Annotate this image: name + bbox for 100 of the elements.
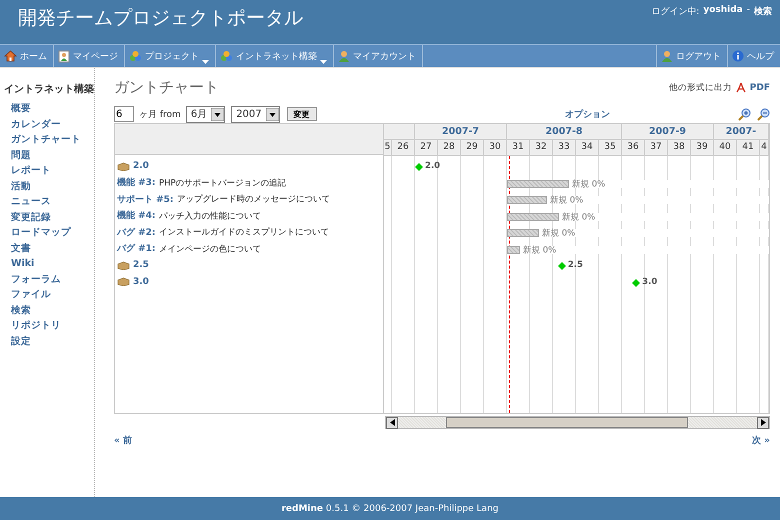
sidebar-link[interactable]: 概要 xyxy=(11,101,94,116)
task-status: 新規 0% xyxy=(523,244,556,256)
sidebar-link[interactable]: レポート xyxy=(11,163,94,178)
sidebar-link[interactable]: ロードマップ xyxy=(11,225,94,240)
pdf-link[interactable]: PDF xyxy=(750,82,770,92)
sidebar-link[interactable]: 文書 xyxy=(11,240,94,256)
login-label: ログイン中: xyxy=(651,6,700,18)
issue-link[interactable]: サポート #5: xyxy=(117,192,174,206)
week-header: 27 xyxy=(415,140,438,155)
sidebar-link[interactable]: フォーラム xyxy=(11,272,94,287)
person-icon xyxy=(338,50,350,62)
menu-item[interactable]: プロジェクト xyxy=(125,45,216,67)
right-arrow-icon xyxy=(760,419,766,426)
menu-item[interactable]: マイページ xyxy=(54,45,125,67)
milestone-label: 3.0 xyxy=(642,276,658,287)
page-title: ガントチャート xyxy=(114,78,219,97)
scrollbar-thumb[interactable] xyxy=(446,417,688,428)
menu-item[interactable]: イントラネット構築 xyxy=(216,45,334,67)
menu-item[interactable]: ログアウト xyxy=(656,45,727,67)
menu-item[interactable]: マイアカウント xyxy=(334,45,423,67)
task-status: 新規 0% xyxy=(562,212,596,223)
month-select[interactable]: 6月 xyxy=(186,106,226,122)
info-icon xyxy=(732,50,744,62)
sidebar-link[interactable]: リポジトリ xyxy=(11,318,94,334)
week-header: 4 xyxy=(760,140,769,155)
issue-link[interactable]: 機能 #3: xyxy=(117,176,156,190)
user-link[interactable]: yoshida xyxy=(703,5,743,15)
sidebar-link[interactable]: Wiki xyxy=(11,256,94,272)
week-header: 39 xyxy=(691,140,714,155)
task-status: 新規 0% xyxy=(572,178,606,190)
sidebar-link[interactable]: ファイル xyxy=(11,287,94,302)
package-icon xyxy=(117,277,130,286)
sidebar-link[interactable]: 設定 xyxy=(11,334,94,349)
week-header: 37 xyxy=(645,140,668,155)
issue-link[interactable]: バグ #1: xyxy=(117,242,156,256)
change-button[interactable]: 変更 xyxy=(286,107,317,121)
task-status: 新規 0% xyxy=(542,228,576,240)
package-icon xyxy=(117,162,130,171)
version-link[interactable]: 3.0 xyxy=(133,276,149,287)
previous-link[interactable]: « 前 xyxy=(114,434,132,447)
issue-subject: アップグレード時のメッセージについて xyxy=(176,193,330,206)
package-icon xyxy=(117,260,130,270)
zoom-in-icon[interactable] xyxy=(738,108,751,120)
week-header: 5 xyxy=(384,140,392,155)
circles-icon xyxy=(220,50,233,62)
issue-link[interactable]: 機能 #4: xyxy=(117,209,156,222)
pdf-icon xyxy=(736,82,746,93)
search-link[interactable]: 検索 xyxy=(754,5,772,18)
sidebar-link[interactable]: 変更記録 xyxy=(11,210,94,225)
dropdown-arrow-icon[interactable] xyxy=(266,108,279,120)
footer-text: redMine 0.5.1 © 2006-2007 Jean-Philippe Lang xyxy=(281,504,498,514)
circles-icon xyxy=(129,50,142,62)
week-header: 28 xyxy=(438,140,461,155)
left-arrow-icon xyxy=(390,419,394,426)
project-title: イントラネット構築 xyxy=(4,82,94,96)
menu-item[interactable]: ホーム xyxy=(0,45,54,67)
options-link[interactable]: オプション xyxy=(564,108,610,120)
week-header: 34 xyxy=(576,140,599,155)
sidebar-link[interactable]: 活動 xyxy=(11,178,94,194)
sidebar-link[interactable]: カレンダー xyxy=(11,116,94,132)
sidebar-link[interactable]: ガントチャート xyxy=(11,132,94,148)
dropdown-arrow-icon[interactable] xyxy=(211,108,224,120)
next-link[interactable]: 次 » xyxy=(752,434,770,447)
week-header: 36 xyxy=(622,140,645,155)
months-label: ヶ月 from xyxy=(139,108,181,120)
week-header: 29 xyxy=(461,140,484,155)
issue-link[interactable]: バグ #2: xyxy=(117,226,156,239)
week-header: 26 xyxy=(392,140,415,155)
month-header: 2007-9 xyxy=(622,124,714,139)
sidebar-link[interactable]: ニュース xyxy=(11,194,94,210)
person-icon xyxy=(661,50,673,62)
separator-text: - xyxy=(746,5,750,15)
zoom-out-icon[interactable] xyxy=(757,108,770,120)
week-header: 35 xyxy=(599,140,622,155)
month-header: 2007-8 xyxy=(507,124,622,139)
menu-item[interactable]: ヘルプ xyxy=(727,45,780,67)
week-header: 38 xyxy=(668,140,691,155)
week-header: 33 xyxy=(553,140,576,155)
site-title: 開発チームプロジェクトポータル xyxy=(18,6,303,31)
milestone-label: 2.0 xyxy=(425,161,440,172)
version-link[interactable]: 2.0 xyxy=(133,161,149,172)
months-input[interactable]: 6 xyxy=(114,106,134,122)
issue-subject: パッチ入力の性能について xyxy=(158,210,261,222)
scrollbar-track[interactable] xyxy=(385,416,770,429)
milestone-label: 2.5 xyxy=(568,260,583,270)
sidebar-link[interactable]: 問題 xyxy=(11,148,94,163)
week-header: 41 xyxy=(737,140,760,155)
year-select[interactable]: 2007 xyxy=(231,106,280,122)
person-page-icon xyxy=(58,50,70,62)
sidebar-link[interactable]: 検索 xyxy=(11,302,94,318)
week-header: 40 xyxy=(714,140,737,155)
scroll-left-button[interactable] xyxy=(386,416,398,428)
house-icon xyxy=(4,50,17,62)
task-status: 新規 0% xyxy=(550,194,584,206)
week-header: 31 xyxy=(507,140,530,155)
scroll-right-button[interactable] xyxy=(757,416,769,428)
month-header: 2007- xyxy=(714,124,769,139)
issue-subject: PHPのサポートバージョンの追記 xyxy=(158,178,286,189)
week-header: 32 xyxy=(530,140,553,155)
version-link[interactable]: 2.5 xyxy=(133,260,149,270)
